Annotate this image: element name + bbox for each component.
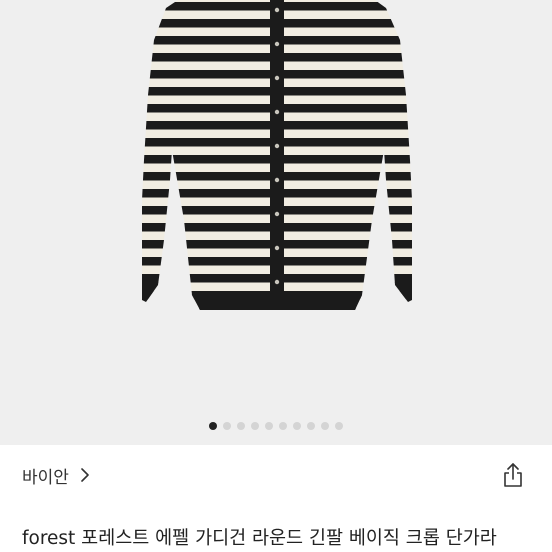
- carousel-dot[interactable]: [223, 422, 231, 430]
- carousel-dot[interactable]: [335, 422, 343, 430]
- product-image[interactable]: [0, 0, 552, 445]
- brand-link[interactable]: 바이안: [22, 462, 91, 488]
- carousel-dot[interactable]: [237, 422, 245, 430]
- cardigan-illustration: [142, 0, 412, 310]
- carousel-dot-active[interactable]: [209, 422, 217, 430]
- share-icon: [504, 463, 522, 487]
- chevron-right-icon: [81, 468, 89, 482]
- carousel-dot[interactable]: [307, 422, 315, 430]
- carousel-dot[interactable]: [251, 422, 259, 430]
- product-title: forest 포레스트 에펠 가디건 라운드 긴팔 베이직 크롭 단가라: [22, 528, 497, 549]
- share-button[interactable]: [498, 460, 528, 490]
- carousel-dot[interactable]: [321, 422, 329, 430]
- brand-name[interactable]: 바이안: [22, 463, 69, 488]
- carousel-dot[interactable]: [293, 422, 301, 430]
- carousel-dots[interactable]: [0, 420, 552, 432]
- carousel-dot[interactable]: [279, 422, 287, 430]
- carousel-dot[interactable]: [265, 422, 273, 430]
